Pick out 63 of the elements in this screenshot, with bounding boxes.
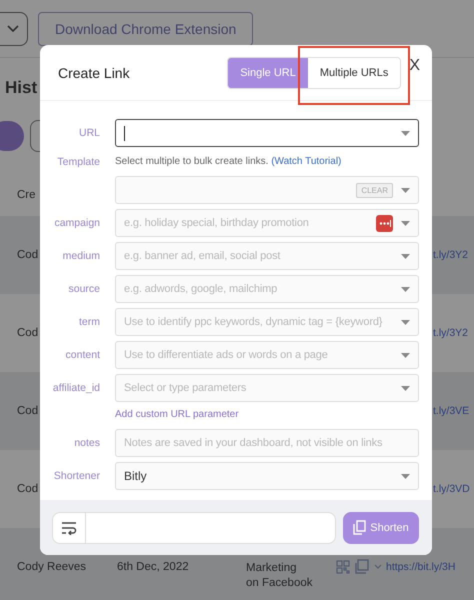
field-label: Shortener bbox=[52, 470, 100, 482]
close-button[interactable]: X bbox=[409, 57, 420, 75]
table-cell: Cod bbox=[17, 483, 38, 495]
select-field[interactable] bbox=[115, 119, 419, 147]
short-link[interactable]: https://bit.ly/3H bbox=[386, 561, 456, 573]
dropdown-caret-icon bbox=[401, 188, 410, 192]
copy-icon[interactable] bbox=[354, 559, 370, 575]
field-label: notes bbox=[73, 437, 100, 449]
field-label: Template bbox=[56, 156, 100, 168]
field-label: medium bbox=[62, 250, 100, 262]
dropdown-caret-icon bbox=[401, 220, 410, 226]
table-cell: 6th Dec, 2022 bbox=[117, 561, 189, 573]
caret-icon[interactable] bbox=[374, 564, 382, 570]
dialog-title: Create Link bbox=[58, 64, 131, 80]
field-label: source bbox=[67, 283, 100, 295]
short-link[interactable]: t.ly/3Y2 bbox=[433, 249, 468, 261]
short-link[interactable]: t.ly/3VE bbox=[433, 405, 470, 417]
field-label: URL bbox=[78, 127, 100, 139]
field-label: content bbox=[64, 349, 100, 361]
chevron-down-icon bbox=[7, 24, 19, 32]
select-field[interactable]: e.g. holiday special, birthday promotion bbox=[115, 209, 419, 237]
clear-button[interactable]: CLEAR bbox=[356, 182, 393, 198]
template-select[interactable]: CLEAR bbox=[115, 176, 419, 204]
password-manager-icon[interactable] bbox=[376, 214, 393, 232]
table-cell: Cod bbox=[17, 405, 38, 417]
column-header: Cre bbox=[17, 189, 36, 201]
select-field[interactable]: e.g. adwords, google, mailchimp bbox=[115, 275, 419, 303]
select-field[interactable]: Use to differentiate ads or words on a page bbox=[115, 341, 419, 369]
select-field[interactable]: Bitly bbox=[115, 462, 419, 490]
table-cell: Cod bbox=[17, 327, 38, 339]
add-parameter-link[interactable]: Add custom URL parameter bbox=[115, 407, 419, 424]
help-text: Select multiple to bulk create links. (Watch Tutorial) bbox=[115, 155, 342, 169]
table-cell: on Facebook bbox=[246, 577, 312, 589]
short-link[interactable]: t.ly/3VD bbox=[433, 483, 470, 495]
long-url-field[interactable] bbox=[52, 512, 336, 544]
dropdown-caret-icon bbox=[401, 130, 410, 136]
qr-code-icon[interactable] bbox=[336, 560, 350, 574]
input-field[interactable]: Notes are saved in your dashboard, not visible on links bbox=[115, 429, 419, 457]
field-label: term bbox=[78, 316, 100, 328]
dropdown-caret-icon bbox=[401, 474, 410, 478]
select-field[interactable]: Select or type parameters bbox=[115, 374, 419, 402]
dropdown-caret-icon bbox=[401, 286, 410, 292]
dropdown-caret-icon bbox=[401, 352, 410, 358]
download-extension-button[interactable]: Download Chrome Extension bbox=[38, 12, 254, 46]
select-field[interactable]: Use to identify ppc keywords, dynamic tag = {keyword} bbox=[115, 308, 419, 336]
select-field[interactable]: e.g. banner ad, email, social post bbox=[115, 242, 419, 270]
field-label: affiliate_id bbox=[52, 382, 100, 394]
table-cell-text: Marketing bbox=[246, 562, 298, 574]
tab-pill[interactable] bbox=[0, 121, 24, 151]
dropdown-caret-icon bbox=[401, 320, 410, 324]
short-link[interactable]: t.ly/3Y2 bbox=[433, 327, 468, 339]
dropdown-button[interactable] bbox=[0, 12, 28, 46]
field-label: campaign bbox=[53, 217, 100, 229]
page-heading: Hist bbox=[5, 78, 38, 98]
tutorial-link[interactable]: (Watch Tutorial) bbox=[271, 156, 342, 167]
table-cell: Cod bbox=[17, 249, 38, 261]
copy-icon bbox=[353, 520, 366, 535]
shorten-button[interactable]: Shorten bbox=[343, 512, 419, 544]
table-cell: Cody Reeves bbox=[17, 561, 86, 573]
dropdown-caret-icon bbox=[401, 254, 410, 258]
mode-tab[interactable]: Single URL bbox=[228, 58, 308, 88]
wrap-icon[interactable] bbox=[61, 520, 77, 534]
dropdown-caret-icon bbox=[401, 386, 410, 390]
